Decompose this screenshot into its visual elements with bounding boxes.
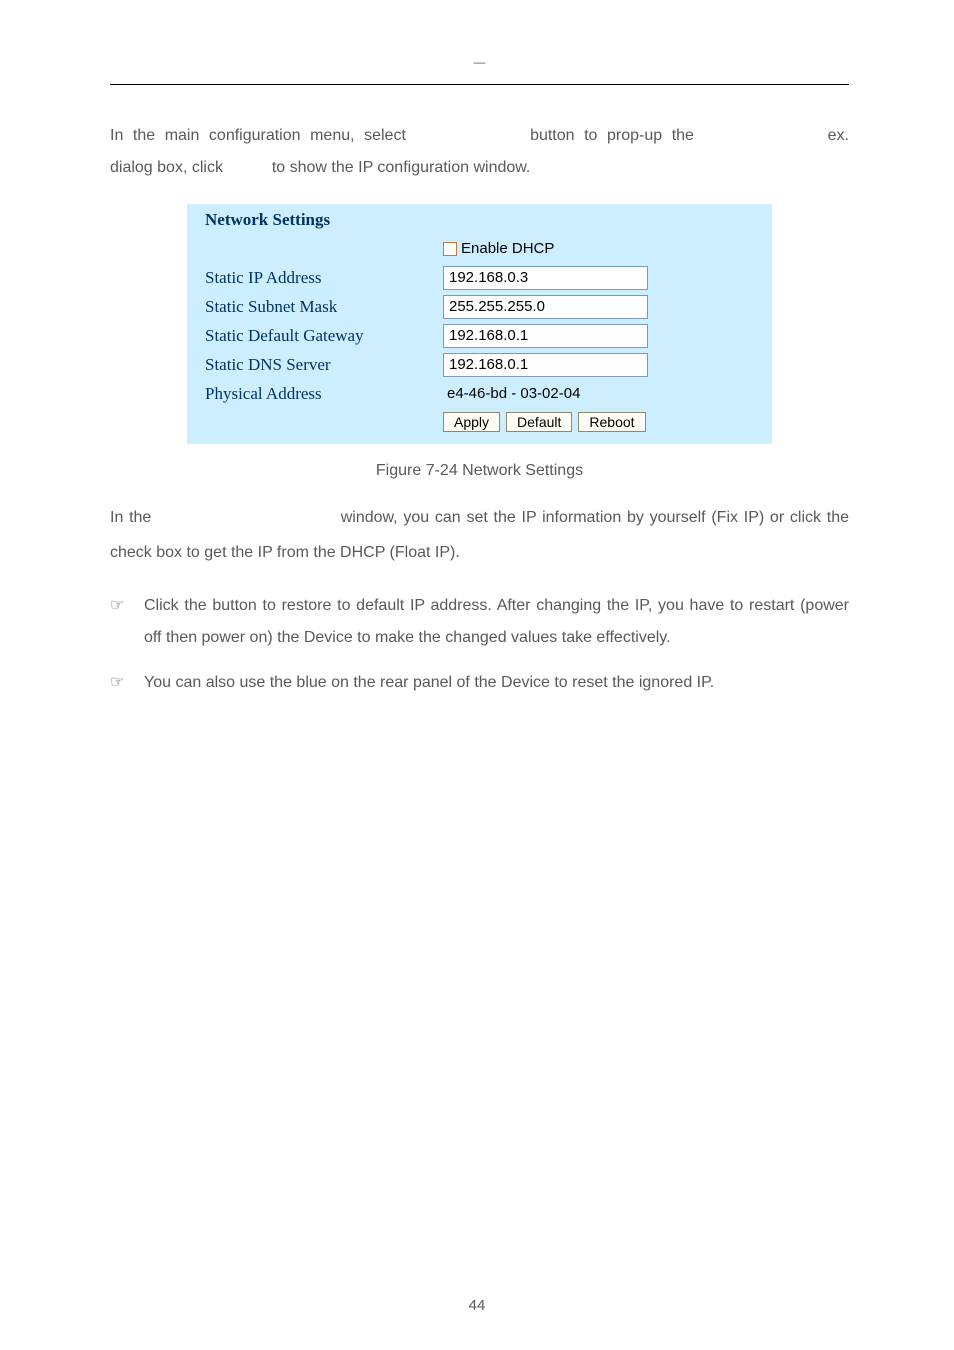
label-subnet-mask: Static Subnet Mask	[205, 297, 443, 317]
bullet-icon: ☞	[110, 590, 144, 652]
label-dns-server: Static DNS Server	[205, 355, 443, 375]
label-static-ip: Static IP Address	[205, 268, 443, 288]
physical-address-value: e4-46-bd - 03-02-04	[443, 385, 580, 402]
bullet-text-1: Click the button to restore to default I…	[144, 590, 849, 652]
page-header: —	[110, 45, 849, 85]
network-settings-panel: Network Settings Enable DHCP Static IP A…	[187, 204, 772, 444]
enable-dhcp-label: Enable DHCP	[461, 240, 554, 257]
default-gateway-input[interactable]	[443, 324, 648, 348]
header-dash: —	[474, 55, 486, 69]
label-default-gateway: Static Default Gateway	[205, 326, 443, 346]
subnet-mask-input[interactable]	[443, 295, 648, 319]
bullet-text-2: You can also use the blue on the rear pa…	[144, 667, 849, 698]
enable-dhcp-checkbox[interactable]	[443, 242, 457, 256]
figure-caption: Figure 7-24 Network Settings	[110, 462, 849, 480]
label-physical-address: Physical Address	[205, 384, 443, 404]
panel-title: Network Settings	[205, 210, 758, 230]
dns-server-input[interactable]	[443, 353, 648, 377]
reboot-button[interactable]: Reboot	[578, 412, 645, 432]
page-number: 44	[0, 1297, 954, 1314]
explain-paragraph: In the window, you can set the IP inform…	[110, 500, 849, 570]
bullet-icon: ☞	[110, 667, 144, 698]
apply-button[interactable]: Apply	[443, 412, 500, 432]
static-ip-input[interactable]	[443, 266, 648, 290]
default-button[interactable]: Default	[506, 412, 572, 432]
intro-paragraph: In the main configuration menu, select b…	[110, 120, 849, 184]
